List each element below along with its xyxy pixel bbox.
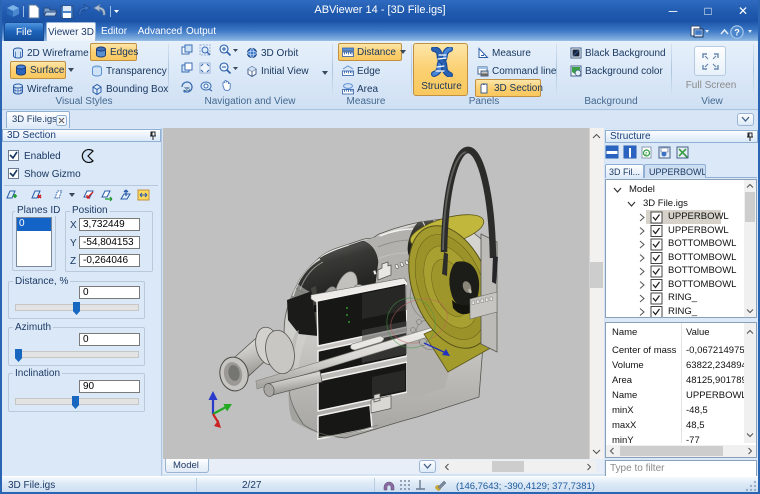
- svg-text:35: 35: [184, 87, 190, 93]
- svg-text:?: ?: [734, 28, 740, 38]
